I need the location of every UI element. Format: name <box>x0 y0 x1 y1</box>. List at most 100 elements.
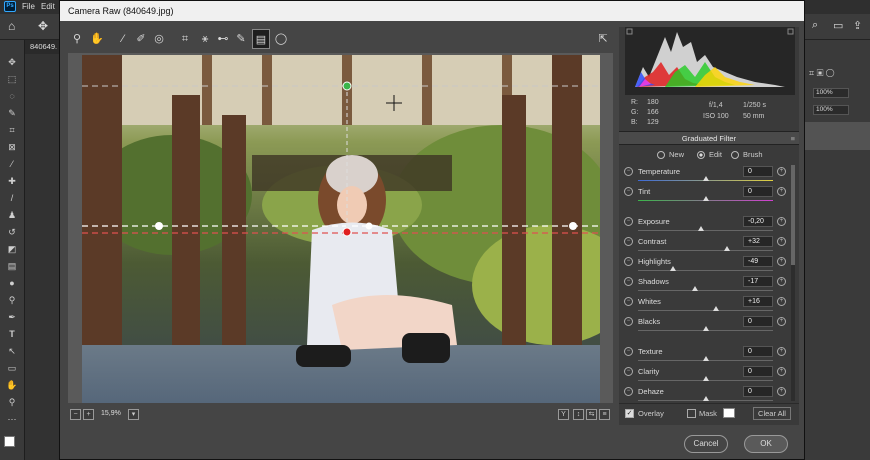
history-brush-icon[interactable]: ↺ <box>4 226 20 239</box>
decrease-icon[interactable]: − <box>624 277 633 286</box>
crop-icon[interactable]: ⌗ <box>4 124 20 137</box>
zoom-out-icon[interactable]: − <box>70 409 81 420</box>
slider-value-field[interactable]: 0 <box>743 366 773 377</box>
mode-new-radio[interactable] <box>657 151 665 159</box>
toggle-settings-button[interactable]: ≡ <box>599 409 610 420</box>
stamp-icon[interactable]: ♟ <box>4 209 20 222</box>
opacity-field[interactable]: 100% <box>813 88 849 98</box>
mode-brush-radio[interactable] <box>731 151 739 159</box>
adjustment-brush-icon[interactable]: ✎ <box>232 29 250 49</box>
increase-icon[interactable]: + <box>777 217 786 226</box>
decrease-icon[interactable]: − <box>624 347 633 356</box>
brush-icon[interactable]: / <box>4 192 20 205</box>
overlay-checkbox[interactable]: ✓ <box>625 409 634 418</box>
shape-icon[interactable]: ▭ <box>4 362 20 375</box>
slider-value-field[interactable]: +32 <box>743 236 773 247</box>
slider-thumb[interactable] <box>713 306 719 311</box>
panel-menu-icon[interactable]: ≡ <box>791 132 795 145</box>
mask-checkbox[interactable] <box>687 409 696 418</box>
targeted-adjust-icon[interactable]: ◎ <box>150 29 168 49</box>
slider-value-field[interactable]: 0 <box>743 186 773 197</box>
slider-thumb[interactable] <box>703 396 709 401</box>
pen-icon[interactable]: ✒ <box>4 311 20 324</box>
marquee-icon[interactable]: ⬚ <box>4 73 20 86</box>
decrease-icon[interactable]: − <box>624 297 633 306</box>
slider-thumb[interactable] <box>703 326 709 331</box>
slider-track[interactable] <box>638 230 773 231</box>
eraser-icon[interactable]: ◩ <box>4 243 20 256</box>
slider-thumb[interactable] <box>724 246 730 251</box>
slider-value-field[interactable]: -0,20 <box>743 216 773 227</box>
decrease-icon[interactable]: − <box>624 317 633 326</box>
zoom-in-icon[interactable]: + <box>83 409 94 420</box>
increase-icon[interactable]: + <box>777 317 786 326</box>
increase-icon[interactable]: + <box>777 237 786 246</box>
increase-icon[interactable]: + <box>777 277 786 286</box>
increase-icon[interactable]: + <box>777 187 786 196</box>
workspace-icon[interactable]: ▭ <box>833 19 843 32</box>
move-icon[interactable]: ✥ <box>4 56 20 69</box>
slider-value-field[interactable]: 0 <box>743 316 773 327</box>
scroll-thumb[interactable] <box>791 165 795 265</box>
decrease-icon[interactable]: − <box>624 367 633 376</box>
slider-thumb[interactable] <box>670 266 676 271</box>
quick-select-icon[interactable]: ✎ <box>4 107 20 120</box>
copy-settings-button[interactable]: ⇆ <box>586 409 597 420</box>
slider-track[interactable] <box>638 270 773 271</box>
photo-preview[interactable] <box>82 55 600 403</box>
healing-icon[interactable]: ✚ <box>4 175 20 188</box>
clear-all-button[interactable]: Clear All <box>753 407 791 420</box>
doc-tab[interactable]: 840649. <box>30 42 57 51</box>
slider-track[interactable] <box>638 250 773 251</box>
slider-track[interactable] <box>638 310 773 311</box>
slider-value-field[interactable]: 0 <box>743 346 773 357</box>
red-eye-icon[interactable]: ⊷ <box>214 29 232 49</box>
open-preferences-icon[interactable]: ⇱ <box>594 29 612 49</box>
hand-icon[interactable]: ✋ <box>88 29 106 49</box>
zoom-icon[interactable]: ⚲ <box>4 396 20 409</box>
increase-icon[interactable]: + <box>777 257 786 266</box>
gradient-icon[interactable]: ▤ <box>4 260 20 273</box>
slider-thumb[interactable] <box>703 356 709 361</box>
mask-color-swatch[interactable] <box>723 408 735 418</box>
decrease-icon[interactable]: − <box>624 187 633 196</box>
crop-icon[interactable]: ⌗ <box>176 29 194 49</box>
search-icon[interactable]: ⌕ <box>812 19 818 32</box>
slider-thumb[interactable] <box>692 286 698 291</box>
slider-thumb[interactable] <box>703 376 709 381</box>
panel-icons[interactable]: ⌗ ▣ ◯ <box>809 68 834 79</box>
increase-icon[interactable]: + <box>777 347 786 356</box>
menu-edit[interactable]: Edit <box>41 2 55 11</box>
slider-value-field[interactable]: -49 <box>743 256 773 267</box>
swap-settings-button[interactable]: ↕ <box>573 409 584 420</box>
decrease-icon[interactable]: − <box>624 167 633 176</box>
increase-icon[interactable]: + <box>777 297 786 306</box>
straighten-icon[interactable]: ⚹ <box>196 29 214 49</box>
lasso-icon[interactable]: ◌ <box>4 90 20 103</box>
dodge-icon[interactable]: ⚲ <box>4 294 20 307</box>
image-canvas[interactable] <box>68 53 613 403</box>
increase-icon[interactable]: + <box>777 167 786 176</box>
blur-icon[interactable]: ● <box>4 277 20 290</box>
panel-scrollbar[interactable] <box>791 165 795 401</box>
slider-thumb[interactable] <box>703 196 709 201</box>
slider-thumb[interactable] <box>703 176 709 181</box>
increase-icon[interactable]: + <box>777 367 786 376</box>
radial-filter-icon[interactable]: ◯ <box>272 29 290 49</box>
slider-value-field[interactable]: +16 <box>743 296 773 307</box>
more-tools-icon[interactable]: ⋯ <box>4 413 20 426</box>
home-icon[interactable]: ⌂ <box>8 19 15 33</box>
frame-icon[interactable]: ⊠ <box>4 141 20 154</box>
decrease-icon[interactable]: − <box>624 257 633 266</box>
eyedropper-icon[interactable]: ⁄ <box>4 158 20 171</box>
move-tool-icon[interactable]: ✥ <box>38 19 48 33</box>
type-icon[interactable]: T <box>4 328 20 341</box>
color-sampler-icon[interactable]: ✐ <box>132 29 150 49</box>
zoom-dropdown-icon[interactable]: ▾ <box>128 409 139 420</box>
decrease-icon[interactable]: − <box>624 387 633 396</box>
ok-button[interactable]: OK <box>744 435 788 453</box>
graduated-filter-icon[interactable]: ▤ <box>252 29 270 49</box>
foreground-color-swatch[interactable] <box>4 436 15 447</box>
slider-value-field[interactable]: 0 <box>743 386 773 397</box>
mode-edit-radio[interactable] <box>697 151 705 159</box>
